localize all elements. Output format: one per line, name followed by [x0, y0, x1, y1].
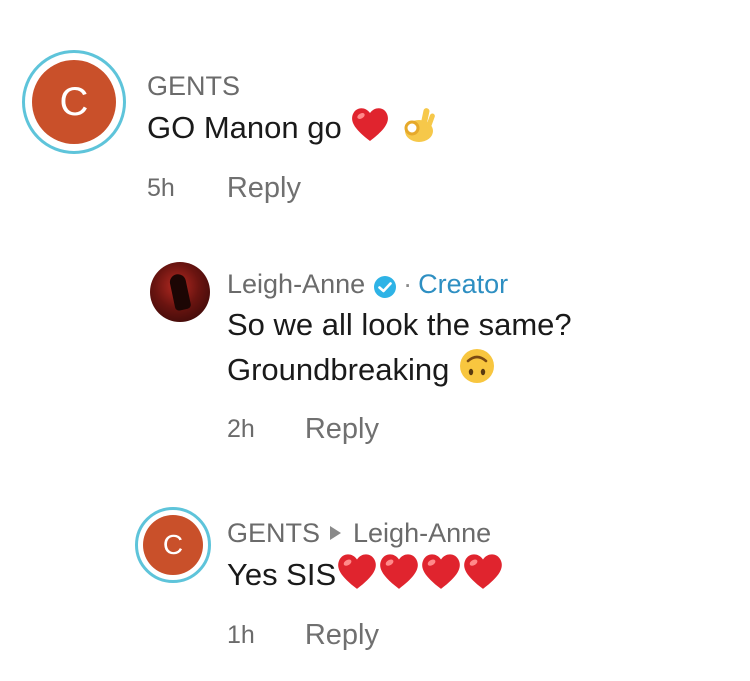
username-row: Leigh-Anne · Creator	[227, 266, 572, 302]
avatar-letter: C	[143, 515, 203, 575]
heart-icon	[336, 551, 378, 603]
heart-icon	[420, 551, 462, 603]
reply-button[interactable]: Reply	[305, 617, 379, 653]
comment-body: GENTS Leigh-Anne Yes SIS 1h Reply	[227, 515, 504, 653]
comment-text-row: GO Manon go	[147, 104, 437, 156]
avatar[interactable]: C	[135, 507, 211, 583]
timestamp: 5h	[147, 174, 175, 202]
avatar-figure	[168, 272, 192, 312]
reply-to-username[interactable]: Leigh-Anne	[353, 515, 491, 551]
reply-button[interactable]: Reply	[227, 170, 301, 206]
comment-text: Groundbreaking	[227, 352, 450, 388]
ok-hand-icon	[399, 104, 437, 156]
comment-text-row: Groundbreaking	[227, 347, 572, 397]
reply-arrow-icon	[330, 526, 342, 540]
upside-down-face-icon	[458, 347, 496, 397]
timestamp: 1h	[227, 621, 255, 649]
heart-icon	[462, 551, 504, 603]
reply-button[interactable]: Reply	[305, 411, 379, 447]
separator: ·	[403, 269, 413, 299]
avatar-letter: C	[32, 60, 116, 144]
comment-text-row: Yes SIS	[227, 551, 504, 603]
username[interactable]: Leigh-Anne	[227, 266, 365, 302]
username[interactable]: GENTS	[227, 515, 320, 551]
comment-text: GO Manon go	[147, 110, 342, 146]
avatar[interactable]: C	[22, 50, 126, 154]
comment-text-line: So we all look the same?	[227, 307, 572, 342]
avatar[interactable]	[150, 262, 210, 322]
username-row: GENTS Leigh-Anne	[227, 515, 504, 551]
comment-meta: 1h Reply	[227, 617, 504, 653]
creator-badge: Creator	[418, 269, 509, 299]
heart-icon	[350, 105, 390, 155]
comment-text: Yes SIS	[227, 557, 337, 593]
heart-icon	[378, 551, 420, 603]
comment-body: Leigh-Anne · Creator So we all look the …	[227, 266, 572, 447]
comment-meta: 2h Reply	[227, 411, 572, 447]
comment-body: GENTS GO Manon go 5h Reply	[147, 68, 437, 206]
verified-badge-icon	[373, 272, 397, 298]
comment-meta: 5h Reply	[147, 170, 437, 206]
username[interactable]: GENTS	[147, 68, 437, 104]
timestamp: 2h	[227, 415, 255, 443]
